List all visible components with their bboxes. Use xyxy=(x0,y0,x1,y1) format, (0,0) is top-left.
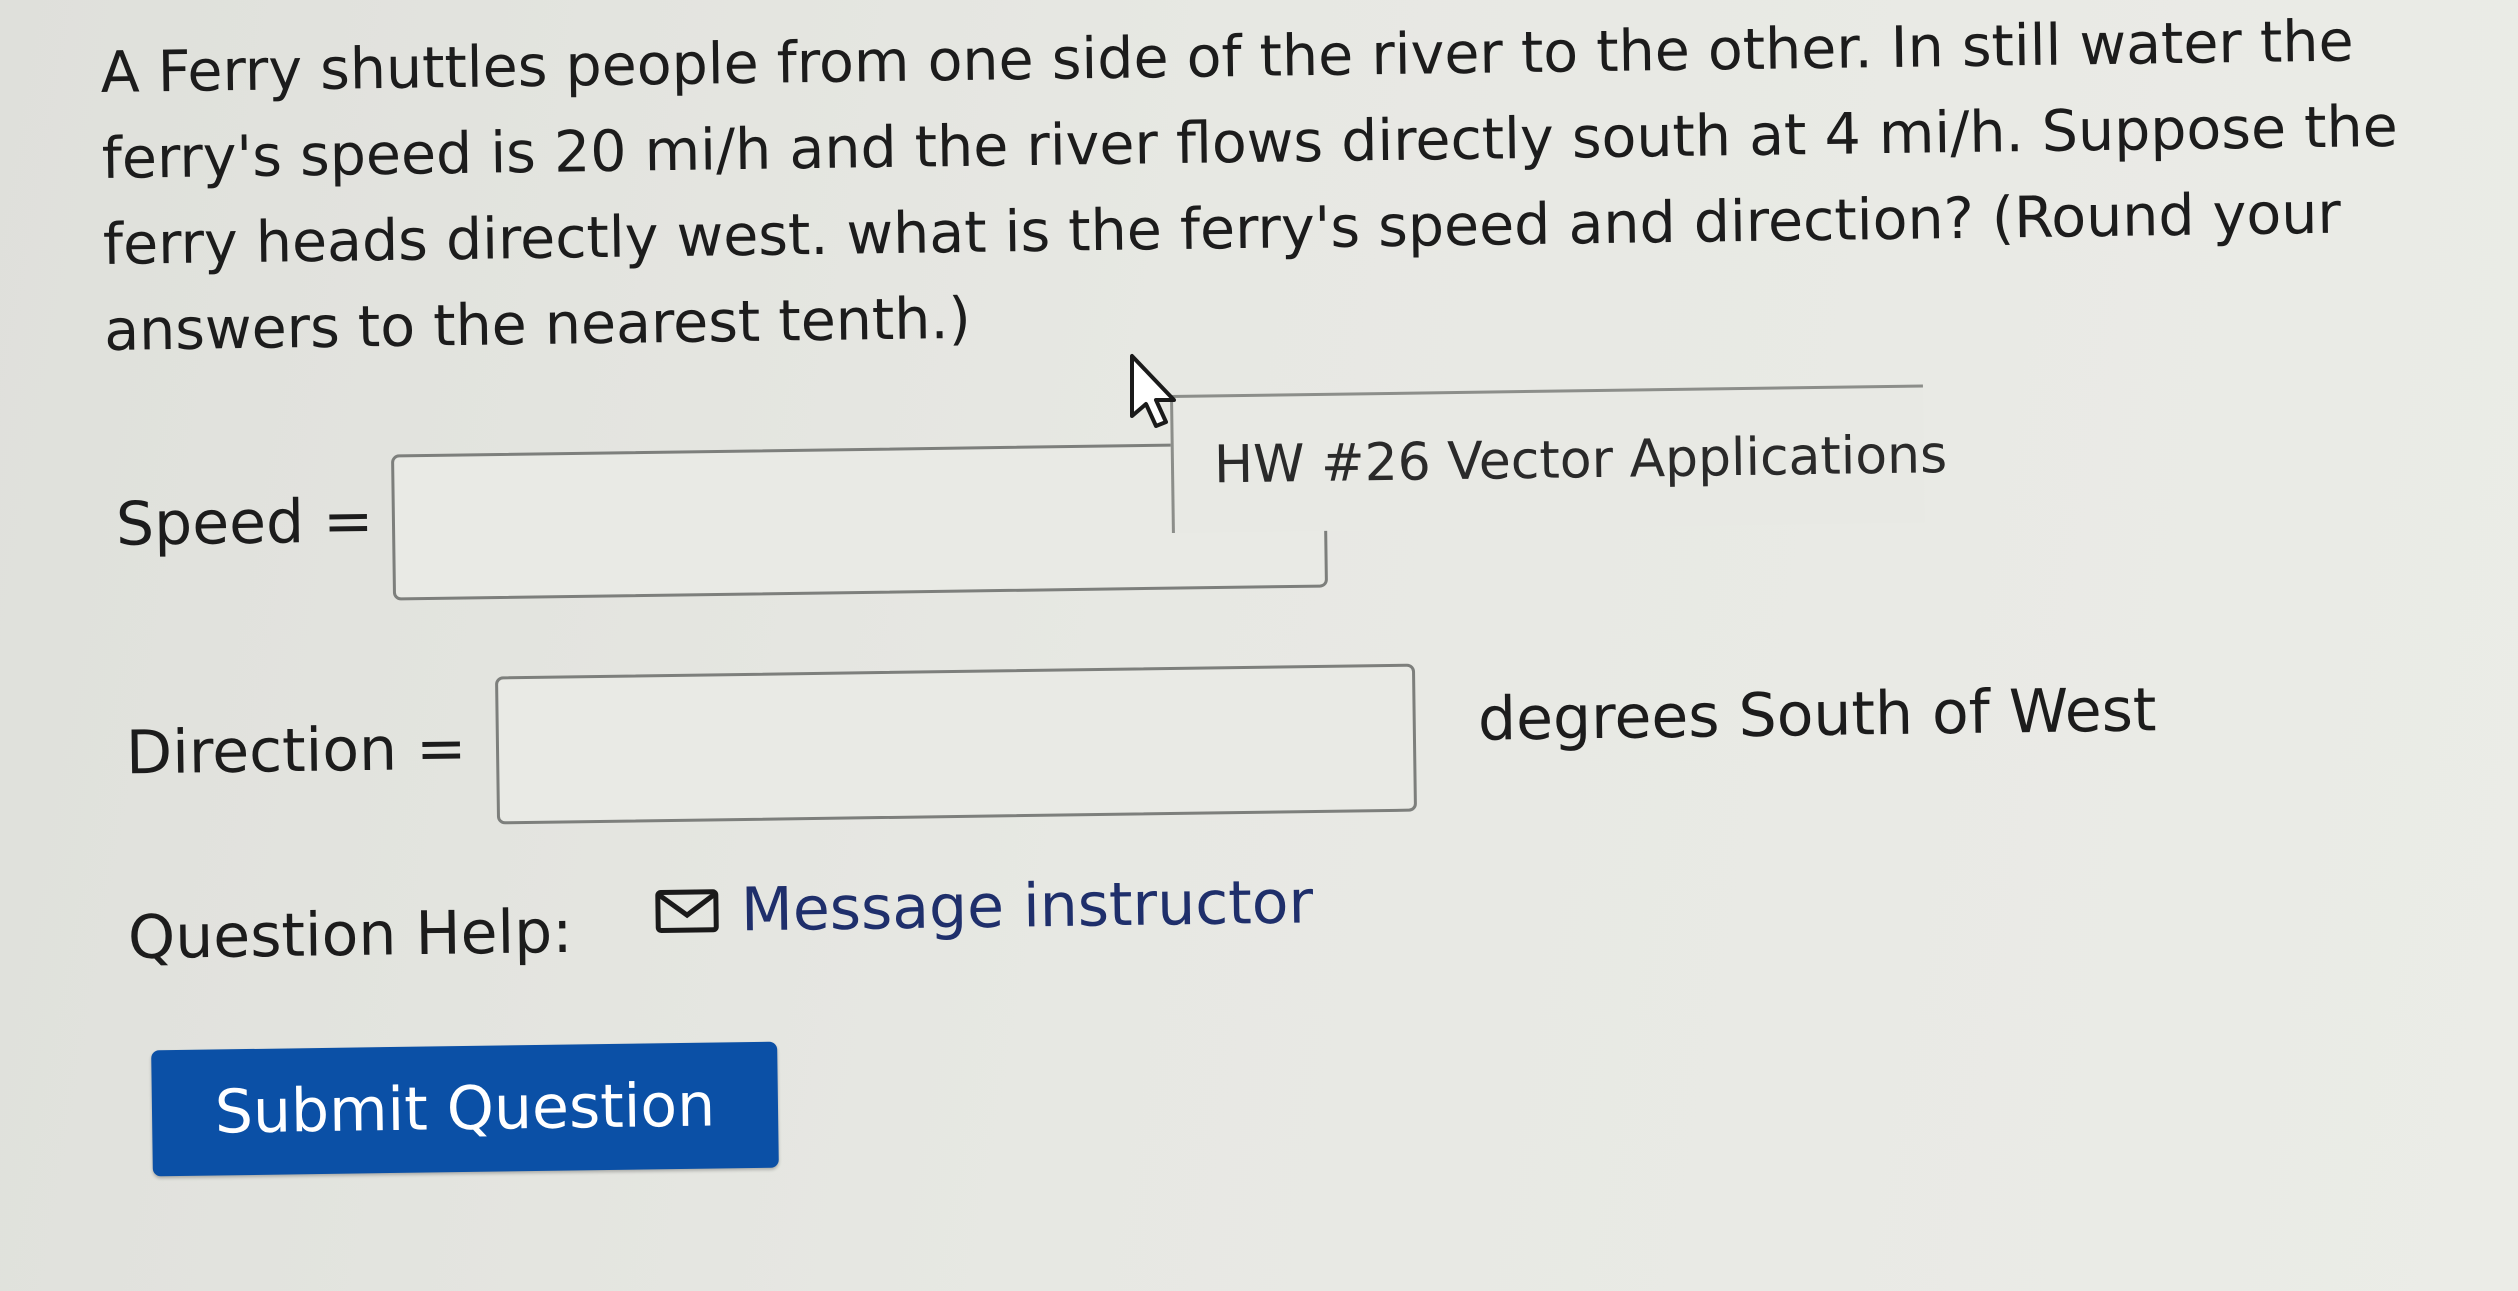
question-text: A Ferry shuttles people from one side of… xyxy=(100,8,2399,364)
tooltip-text: HW #26 Vector Applications xyxy=(1213,425,1948,496)
mail-icon xyxy=(655,889,719,934)
direction-input[interactable] xyxy=(498,666,1414,822)
question-help-label: Question Help: xyxy=(127,896,573,974)
speed-label: Speed = xyxy=(115,486,374,560)
assignment-tooltip: HW #26 Vector Applications xyxy=(1170,384,1948,533)
direction-input-box[interactable] xyxy=(495,663,1417,825)
direction-unit-label: degrees South of West xyxy=(1477,675,2157,755)
submit-question-button[interactable]: Submit Question xyxy=(151,1041,779,1177)
question-page: A Ferry shuttles people from one side of… xyxy=(0,0,2518,1291)
message-instructor-text[interactable]: Message instructor xyxy=(741,867,1314,945)
direction-label: Direction = xyxy=(125,713,467,789)
message-instructor-link[interactable]: Message instructor xyxy=(655,867,1314,946)
mouse-cursor-icon xyxy=(1130,354,1176,428)
